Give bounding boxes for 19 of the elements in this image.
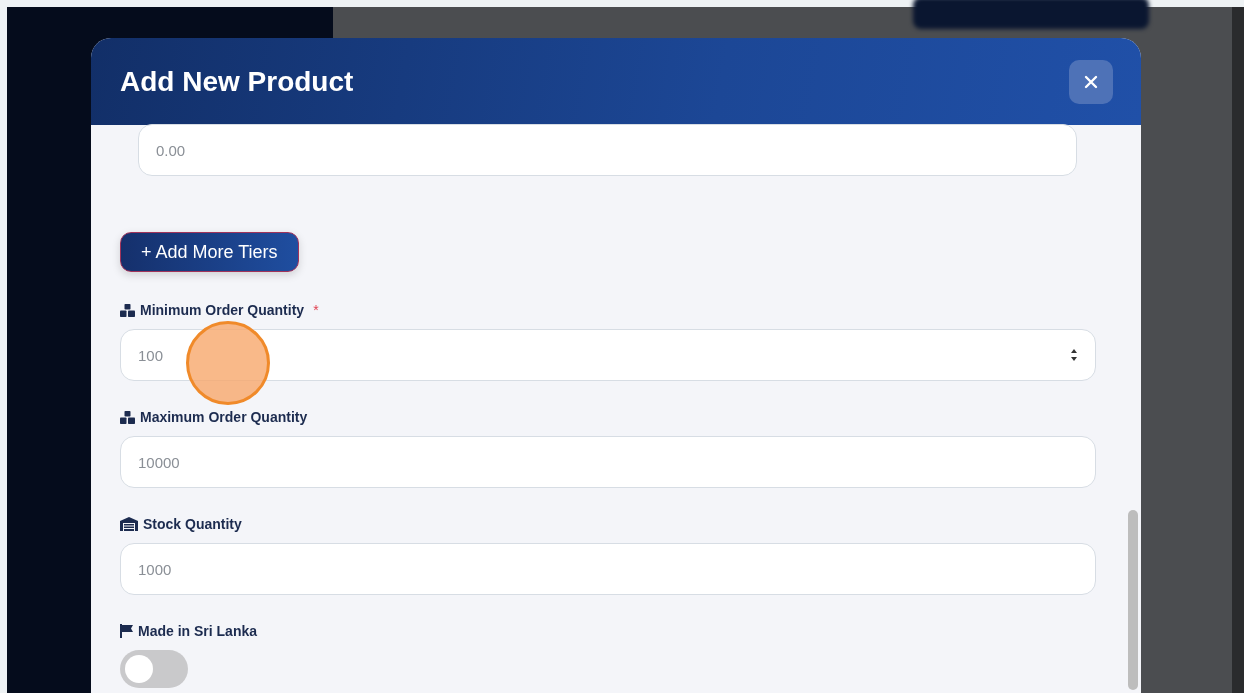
quantity-field[interactable]: 10000 [120, 436, 1096, 488]
field-label: Minimum Order Quantity [140, 302, 305, 318]
field-label: Maximum Order Quantity [140, 409, 308, 425]
quantity-field[interactable]: 100 [120, 329, 1096, 381]
boxes-icon [120, 410, 135, 424]
modal-title: Add New Product [120, 65, 354, 98]
field-label: Stock Quantity [143, 516, 242, 532]
flag-icon [120, 624, 133, 638]
quantity-field[interactable]: 1000 [120, 543, 1096, 595]
close-button[interactable] [1069, 59, 1113, 104]
required-asterisk: * [313, 302, 319, 318]
toggle-switch[interactable] [120, 650, 188, 688]
warehouse-icon [120, 517, 138, 531]
add-more-tiers-button[interactable]: + Add More Tiers [120, 232, 299, 272]
toggle-label: Made in Sri Lanka [138, 623, 258, 639]
close-icon [1084, 74, 1098, 89]
stepper-icon[interactable] [1070, 348, 1078, 362]
tier-price-field[interactable]: 0.00 [138, 124, 1077, 176]
boxes-icon [120, 303, 135, 317]
